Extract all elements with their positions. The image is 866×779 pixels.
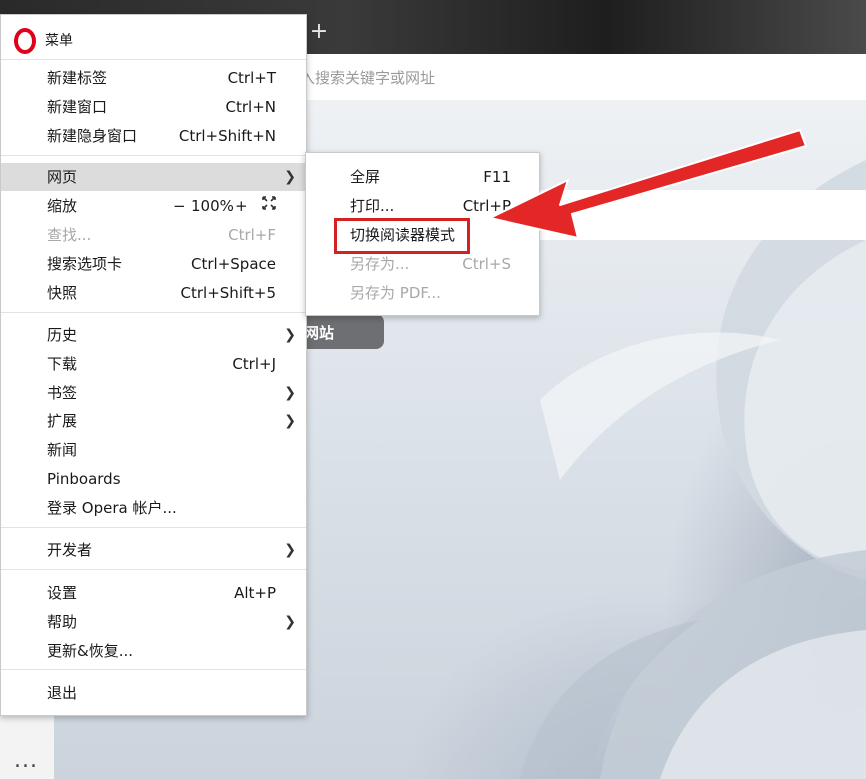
zoom-out-button[interactable]: − <box>173 192 186 220</box>
menu-item-label: 更新&恢复... <box>47 642 134 660</box>
submenu-item-save-pdf[interactable]: 另存为 PDF... <box>306 279 539 307</box>
menu-item-find[interactable]: 查找... Ctrl+F <box>1 221 306 249</box>
menu-item-label: 设置 <box>47 584 78 602</box>
menu-separator <box>1 569 306 570</box>
menu-item-label: 开发者 <box>47 541 93 559</box>
zoom-in-button[interactable]: + <box>235 192 248 220</box>
menu-item-label: Pinboards <box>47 470 121 488</box>
menu-separator <box>1 59 306 60</box>
fullscreen-icon[interactable] <box>262 192 276 220</box>
menu-item-shortcut: Alt+P <box>234 584 276 602</box>
menu-item-label: 缩放 <box>47 197 78 215</box>
opera-logo-icon <box>14 28 36 54</box>
more-icon[interactable]: ... <box>14 748 38 773</box>
submenu-item-label: 另存为 PDF... <box>350 284 441 302</box>
menu-item-label: 扩展 <box>47 412 78 430</box>
chevron-right-icon: ❯ <box>284 542 296 558</box>
menu-item-label: 下载 <box>47 355 78 373</box>
menu-item-label: 书签 <box>47 384 78 402</box>
submenu-item-shortcut: Ctrl+P <box>462 197 511 215</box>
menu-item-label: 快照 <box>47 284 78 302</box>
menu-item-label: 退出 <box>47 684 78 702</box>
menu-item-label: 查找... <box>47 226 92 244</box>
menu-item-label: 新建隐身窗口 <box>47 127 138 145</box>
submenu-item-fullscreen[interactable]: 全屏 F11 <box>306 163 539 191</box>
menu-item-zoom: 缩放 − 100% + <box>1 192 306 220</box>
menu-item-shortcut: Ctrl+Shift+5 <box>180 284 276 302</box>
menu-separator <box>1 312 306 313</box>
chevron-right-icon: ❯ <box>284 614 296 630</box>
menu-item-label: 新闻 <box>47 441 78 459</box>
menu-item-page[interactable]: 网页 ❯ <box>1 163 306 191</box>
menu-header: 菜单 <box>1 15 306 59</box>
submenu-item-label: 打印... <box>350 197 395 215</box>
menu-item-label: 帮助 <box>47 613 78 631</box>
menu-item-shortcut: Ctrl+N <box>225 98 276 116</box>
menu-item-shortcut: Ctrl+T <box>227 69 276 87</box>
menu-item-exit[interactable]: 退出 <box>1 679 306 707</box>
menu-item-update-recovery[interactable]: 更新&恢复... <box>1 637 306 665</box>
chevron-right-icon: ❯ <box>284 327 296 343</box>
menu-item-extensions[interactable]: 扩展 ❯ <box>1 407 306 435</box>
menu-item-shortcut: Ctrl+Space <box>191 255 276 273</box>
address-placeholder: 入搜索关键字或网址 <box>300 69 436 87</box>
submenu-item-label: 全屏 <box>350 168 381 186</box>
menu-item-label: 网页 <box>47 168 78 186</box>
new-tab-button[interactable]: + <box>309 20 329 44</box>
menu-item-shortcut: Ctrl+J <box>232 355 276 373</box>
menu-item-bookmarks[interactable]: 书签 ❯ <box>1 379 306 407</box>
highlight-box <box>334 218 470 254</box>
menu-separator <box>1 669 306 670</box>
menu-item-shortcut: Ctrl+Shift+N <box>178 127 276 145</box>
menu-item-downloads[interactable]: 下载 Ctrl+J <box>1 350 306 378</box>
menu-item-news[interactable]: 新闻 <box>1 436 306 464</box>
menu-item-label: 新建窗口 <box>47 98 108 116</box>
menu-item-new-private-window[interactable]: 新建隐身窗口 Ctrl+Shift+N <box>1 122 306 150</box>
chevron-right-icon: ❯ <box>284 385 296 401</box>
menu-item-label: 历史 <box>47 326 78 344</box>
menu-item-label: 新建标签 <box>47 69 108 87</box>
menu-item-help[interactable]: 帮助 ❯ <box>1 608 306 636</box>
submenu-item-shortcut: F11 <box>483 168 511 186</box>
menu-title: 菜单 <box>45 33 73 49</box>
site-chip-label: 网站 <box>304 324 335 342</box>
menu-item-label: 登录 Opera 帐户... <box>47 499 177 517</box>
zoom-level: 100% <box>191 197 234 215</box>
main-menu: 菜单 新建标签 Ctrl+T 新建窗口 Ctrl+N 新建隐身窗口 Ctrl+S… <box>0 14 307 716</box>
chevron-right-icon: ❯ <box>284 413 296 429</box>
menu-item-developer[interactable]: 开发者 ❯ <box>1 536 306 564</box>
menu-separator <box>1 527 306 528</box>
menu-item-label: 搜索选项卡 <box>47 255 123 273</box>
menu-item-new-tab[interactable]: 新建标签 Ctrl+T <box>1 64 306 92</box>
menu-item-search-tabs[interactable]: 搜索选项卡 Ctrl+Space <box>1 250 306 278</box>
submenu-item-label: 另存为... <box>350 255 410 273</box>
submenu-item-print[interactable]: 打印... Ctrl+P <box>306 192 539 220</box>
menu-item-shortcut: Ctrl+F <box>228 226 276 244</box>
submenu-item-shortcut: Ctrl+S <box>462 255 511 273</box>
menu-item-sign-in[interactable]: 登录 Opera 帐户... <box>1 494 306 522</box>
menu-item-snapshot[interactable]: 快照 Ctrl+Shift+5 <box>1 279 306 307</box>
menu-item-settings[interactable]: 设置 Alt+P <box>1 579 306 607</box>
speed-dial-panel <box>540 190 866 240</box>
submenu-item-save-as[interactable]: 另存为... Ctrl+S <box>306 250 539 278</box>
chevron-right-icon: ❯ <box>284 169 296 185</box>
menu-separator <box>1 155 306 156</box>
menu-item-pinboards[interactable]: Pinboards <box>1 465 306 493</box>
menu-item-new-window[interactable]: 新建窗口 Ctrl+N <box>1 93 306 121</box>
menu-item-history[interactable]: 历史 ❯ <box>1 321 306 349</box>
